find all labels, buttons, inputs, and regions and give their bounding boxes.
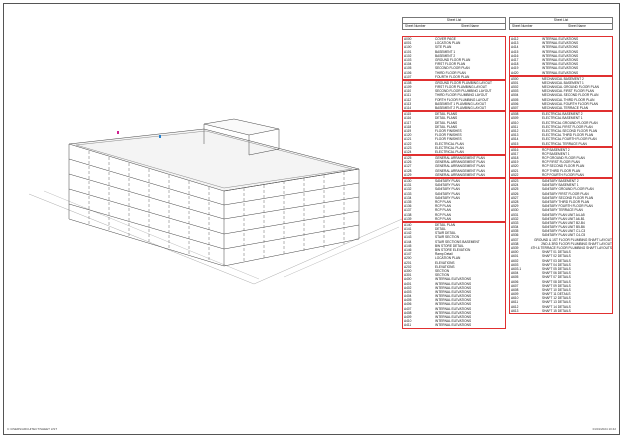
table-row: A124 ELECTRICAL PLAN bbox=[403, 150, 505, 154]
sheet-name: INTERNAL ELEVATIONS bbox=[435, 323, 472, 328]
sheet-name: ELECTRICAL PLAN bbox=[435, 149, 464, 154]
table-row: A507 MECHANICAL TERRACE PLAN bbox=[510, 106, 612, 110]
sheet-list-table-1: Sheet List Sheet Number Sheet Name A000 C… bbox=[402, 17, 506, 329]
sheet-group: A108 GROUND FLOOR PLUMBING LAYOUT A109 FIRS… bbox=[402, 79, 506, 112]
sheet-list-title: Sheet List bbox=[402, 17, 506, 24]
sheet-name: RCP FOURTH FLOOR PLAN bbox=[542, 172, 584, 177]
sheet-number: A613 bbox=[511, 308, 519, 313]
sheet-name: SHAFT 15 DETAILS bbox=[542, 308, 571, 313]
sheet-name: ELECTRICAL TERRACE PLAN bbox=[542, 141, 587, 146]
header-sheet-number: Sheet Number bbox=[512, 24, 533, 28]
roof-marker-icon bbox=[159, 135, 161, 138]
table-row: A613 SHAFT 15 DETAILS bbox=[510, 309, 612, 313]
sheet-number: A522 bbox=[511, 172, 519, 177]
sheet-group: A000 COVER PAGE A001 LOCATION PLAN A100 SITE … bbox=[402, 36, 506, 80]
sheet-list-rows: A000 COVER PAGE A001 LOCATION PLAN A100 SITE … bbox=[402, 36, 506, 329]
sheet-number: A139 bbox=[404, 216, 412, 221]
header-sheet-name: Sheet Name bbox=[568, 24, 586, 28]
sheet-group: A500 MECHANICAL BASEMENT 2 A501 MECHANICAL … bbox=[509, 75, 613, 112]
footer-timestamp: 01/01/2024 10:42 bbox=[592, 427, 616, 431]
table-row: A522 RCP FOURTH FLOOR PLAN bbox=[510, 173, 612, 177]
sheet-name: INTERNAL ELEVATIONS bbox=[542, 70, 579, 75]
sheet-number: A129 bbox=[404, 172, 412, 177]
sheet-number: A107 bbox=[404, 74, 412, 79]
drawing-sheet: Sheet List Sheet Number Sheet Name A000 C… bbox=[3, 3, 620, 435]
sheet-name: FOURTH FLOOR PLAN bbox=[435, 74, 470, 79]
sheet-group: A523 SANITARY BASEMENT 2 A524 SANITARY BASE… bbox=[509, 178, 613, 314]
building-isometric-drawing bbox=[28, 118, 403, 285]
sheet-number: A420 bbox=[511, 70, 519, 75]
table-row: A129 GENERAL ARRANGEMENT PLAN bbox=[403, 173, 505, 177]
sheet-group: A140 DETAIL PLAN A141 DETAIL A142 STAIR DETAI… bbox=[402, 221, 506, 329]
sheet-name: GENERAL ARRANGEMENT PLAN bbox=[435, 172, 485, 177]
sheet-number: A507 bbox=[511, 106, 519, 110]
sheet-group: A115 DETAIL PLANS A116 DETAIL PLANS A117 DETA… bbox=[402, 111, 506, 156]
sheet-list-rows: A412 INTERNAL ELEVATIONS A413 INTERNAL ELEV… bbox=[509, 36, 613, 314]
table-row: A420 INTERNAL ELEVATIONS bbox=[510, 71, 612, 75]
sheet-number: A114 bbox=[404, 106, 412, 110]
table-row: A107 FOURTH FLOOR PLAN bbox=[403, 75, 505, 79]
sheet-number: A411 bbox=[404, 323, 412, 328]
sheet-group: A508 ELECTRICAL BASEMENT 2 A509 ELECTRICAL … bbox=[509, 111, 613, 147]
sheet-group: A412 INTERNAL ELEVATIONS A413 INTERNAL ELEV… bbox=[509, 36, 613, 76]
table-header: Sheet Number Sheet Name bbox=[402, 24, 506, 30]
sheet-group: A130 SANITARY PLAN A131 SANITARY PLAN A132 SA… bbox=[402, 178, 506, 222]
table-header: Sheet Number Sheet Name bbox=[509, 24, 613, 30]
sheet-name: BASEMENT 2 PLUMBING LAYOUT bbox=[435, 106, 487, 110]
sheet-number: A515 bbox=[511, 141, 519, 146]
roof-marker-icon bbox=[117, 131, 119, 134]
table-row: A411 INTERNAL ELEVATIONS bbox=[403, 323, 505, 327]
header-sheet-number: Sheet Number bbox=[405, 24, 426, 28]
sheet-name: RCP PLAN bbox=[435, 216, 451, 221]
sheet-group: A516 RCP BASEMENT 2 A517 RCP BASEMENT 1 A518… bbox=[509, 146, 613, 178]
sheet-list-title: Sheet List bbox=[509, 17, 613, 24]
table-row: A515 ELECTRICAL TERRACE PLAN bbox=[510, 142, 612, 146]
header-sheet-name: Sheet Name bbox=[461, 24, 479, 28]
sheet-number: A124 bbox=[404, 149, 412, 154]
sheet-group: A125 GENERAL ARRANGEMENT PLAN A126 GENERAL … bbox=[402, 155, 506, 178]
table-row: A139 RCP PLAN bbox=[403, 217, 505, 221]
footer-path: C:\USERS\ARCHITECT\SHEET LIST bbox=[7, 427, 58, 431]
sheet-list-table-2: Sheet List Sheet Number Sheet Name A412 I… bbox=[509, 17, 613, 314]
sheet-name: MECHANICAL TERRACE PLAN bbox=[542, 106, 589, 110]
table-row: A114 BASEMENT 2 PLUMBING LAYOUT bbox=[403, 106, 505, 110]
